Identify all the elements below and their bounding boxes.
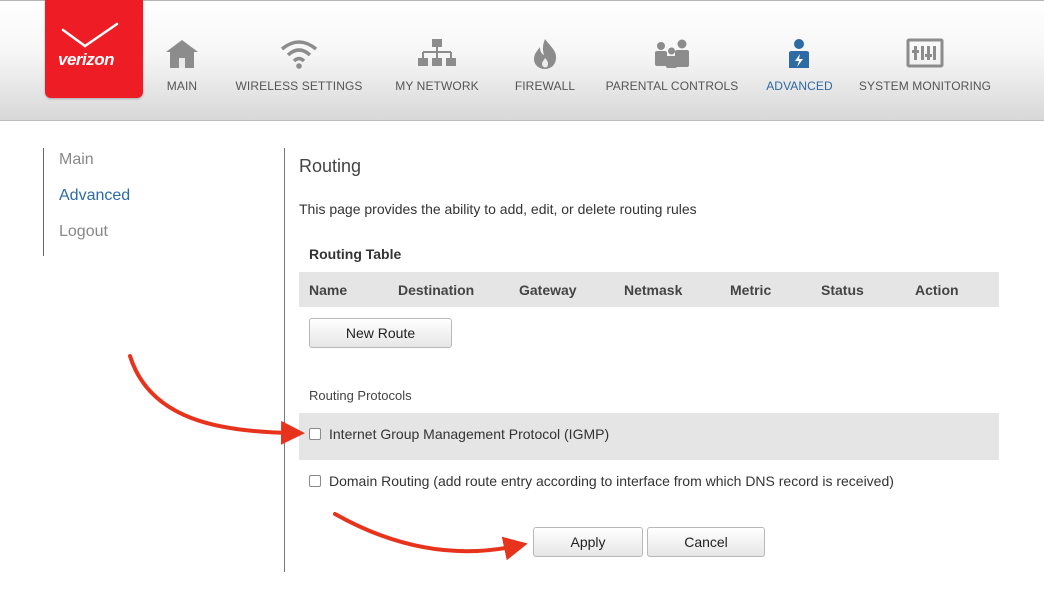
- left-sidebar: Main Advanced Logout: [43, 148, 273, 256]
- family-icon: [655, 39, 689, 68]
- nav-system-monitoring[interactable]: SYSTEM MONITORING: [856, 38, 994, 98]
- wifi-icon: [280, 40, 318, 69]
- domain-routing-label[interactable]: Domain Routing (add route entry accordin…: [329, 473, 894, 489]
- home-icon: [166, 40, 198, 68]
- routing-table-title: Routing Table: [309, 246, 402, 262]
- nav-label: ADVANCED: [766, 79, 833, 93]
- column-header-destination: Destination: [398, 282, 475, 298]
- nav-label: WIRELESS SETTINGS: [235, 79, 363, 93]
- nav-firewall[interactable]: FIREWALL: [510, 38, 580, 98]
- nav-wireless-settings[interactable]: WIRELESS SETTINGS: [233, 38, 365, 98]
- monitor-icon: [906, 38, 944, 68]
- nav-main[interactable]: MAIN: [152, 38, 212, 98]
- nav-label: MY NETWORK: [395, 79, 479, 93]
- nav-my-network[interactable]: MY NETWORK: [392, 38, 482, 98]
- verizon-check-mark-icon: [61, 22, 119, 48]
- apply-button[interactable]: Apply: [533, 527, 643, 557]
- nav-label: MAIN: [166, 79, 198, 93]
- sidebar-item-logout[interactable]: Logout: [59, 223, 108, 241]
- domain-routing-checkbox[interactable]: [309, 475, 321, 487]
- arrow-to-igmp-checkbox: [128, 354, 305, 445]
- flame-icon: [534, 39, 557, 69]
- header-border: [0, 0, 1044, 1]
- column-header-netmask: Netmask: [624, 282, 683, 298]
- nav-advanced[interactable]: ADVANCED: [762, 38, 837, 98]
- column-header-name: Name: [309, 282, 348, 298]
- nav-parental-controls[interactable]: PARENTAL CONTROLS: [602, 38, 742, 98]
- column-header-gateway: Gateway: [519, 282, 577, 298]
- page-title: Routing: [299, 156, 362, 176]
- routing-protocols-title: Routing Protocols: [309, 388, 412, 403]
- nav-label: PARENTAL CONTROLS: [605, 79, 739, 93]
- nav-label: FIREWALL: [514, 79, 576, 93]
- logo-wordmark: verizon: [58, 50, 115, 69]
- nav-label: SYSTEM MONITORING: [858, 79, 992, 93]
- igmp-checkbox[interactable]: [309, 428, 321, 440]
- igmp-label[interactable]: Internet Group Management Protocol (IGMP…: [329, 426, 609, 442]
- content-divider: [284, 148, 285, 572]
- network-icon: [418, 39, 456, 66]
- sidebar-item-advanced[interactable]: Advanced: [59, 187, 130, 205]
- column-header-action: Action: [915, 282, 959, 298]
- routing-table-header: Name Destination Gateway Netmask Metric …: [299, 272, 999, 307]
- sidebar-item-main[interactable]: Main: [59, 151, 94, 169]
- protocol-row-igmp: Internet Group Management Protocol (IGMP…: [299, 413, 999, 460]
- cancel-button[interactable]: Cancel: [647, 527, 765, 557]
- column-header-status: Status: [821, 282, 864, 298]
- protocol-row-domain-routing: Domain Routing (add route entry accordin…: [299, 460, 999, 507]
- new-route-button[interactable]: New Route: [309, 318, 452, 348]
- verizon-logo[interactable]: verizon: [45, 0, 143, 98]
- arrow-to-apply-button: [333, 512, 528, 561]
- column-header-metric: Metric: [730, 282, 772, 298]
- advanced-user-icon: [789, 39, 809, 68]
- page-description: This page provides the ability to add, e…: [299, 201, 697, 217]
- top-navigation-bar: verizon MAIN WIRELESS SETTINGS MY NETWOR…: [0, 0, 1044, 121]
